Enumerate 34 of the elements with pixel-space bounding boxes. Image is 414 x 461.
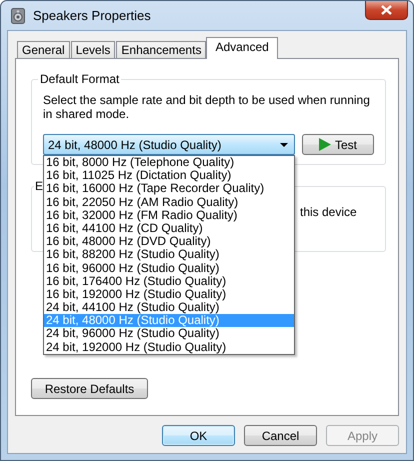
speaker-icon [11,8,25,24]
dropdown-option[interactable]: 16 bit, 44100 Hz (CD Quality) [44,222,294,236]
description-text: Select the sample rate and bit depth to be used when running in shared mode. [43,93,371,121]
restore-defaults-button[interactable]: Restore Defaults [31,378,148,399]
dropdown-option[interactable]: 24 bit, 44100 Hz (Studio Quality) [44,301,294,314]
dropdown-option[interactable]: 16 bit, 88200 Hz (Studio Quality) [44,248,294,262]
group-title: Default Format [38,72,122,86]
dropdown-option[interactable]: 16 bit, 48000 Hz (DVD Quality) [44,235,294,248]
dropdown-option[interactable]: 24 bit, 96000 Hz (Studio Quality) [44,327,294,341]
window-title: Speakers Properties [33,8,151,23]
dropdown-option[interactable]: 16 bit, 16000 Hz (Tape Recorder Quality) [44,182,294,196]
close-button[interactable] [365,1,408,20]
tab[interactable]: Levels [70,41,116,58]
dropdown-option[interactable]: 16 bit, 32000 Hz (FM Radio Quality) [44,208,294,222]
dropdown-option[interactable]: 16 bit, 192000 Hz (Studio Quality) [44,288,294,302]
tab[interactable]: General [17,41,70,58]
dialog-button: Apply [326,425,399,446]
dialog-button[interactable]: OK [162,425,235,446]
description-text: this device [300,205,358,219]
tab[interactable]: Advanced [206,37,278,59]
dialog-button[interactable]: Cancel [244,425,317,446]
dropdown-option[interactable]: 16 bit, 11025 Hz (Dictation Quality) [44,169,294,182]
dropdown-option[interactable]: 16 bit, 176400 Hz (Studio Quality) [44,274,294,288]
close-icon [381,5,392,15]
dropdown-option[interactable]: 16 bit, 8000 Hz (Telephone Quality) [44,156,294,170]
dropdown-option[interactable]: 16 bit, 96000 Hz (Studio Quality) [44,262,294,275]
tab[interactable]: Enhancements [116,41,206,58]
play-icon [318,138,331,151]
group-title: E [34,179,44,193]
dropdown-option[interactable]: 16 bit, 22050 Hz (AM Radio Quality) [44,196,294,209]
test-button[interactable]: Test [302,134,374,155]
dropdown-option[interactable]: 24 bit, 192000 Hz (Studio Quality) [44,340,294,354]
caret-icon [280,142,288,146]
format-dropdown[interactable]: 24 bit, 48000 Hz (Studio Quality) [43,134,295,155]
